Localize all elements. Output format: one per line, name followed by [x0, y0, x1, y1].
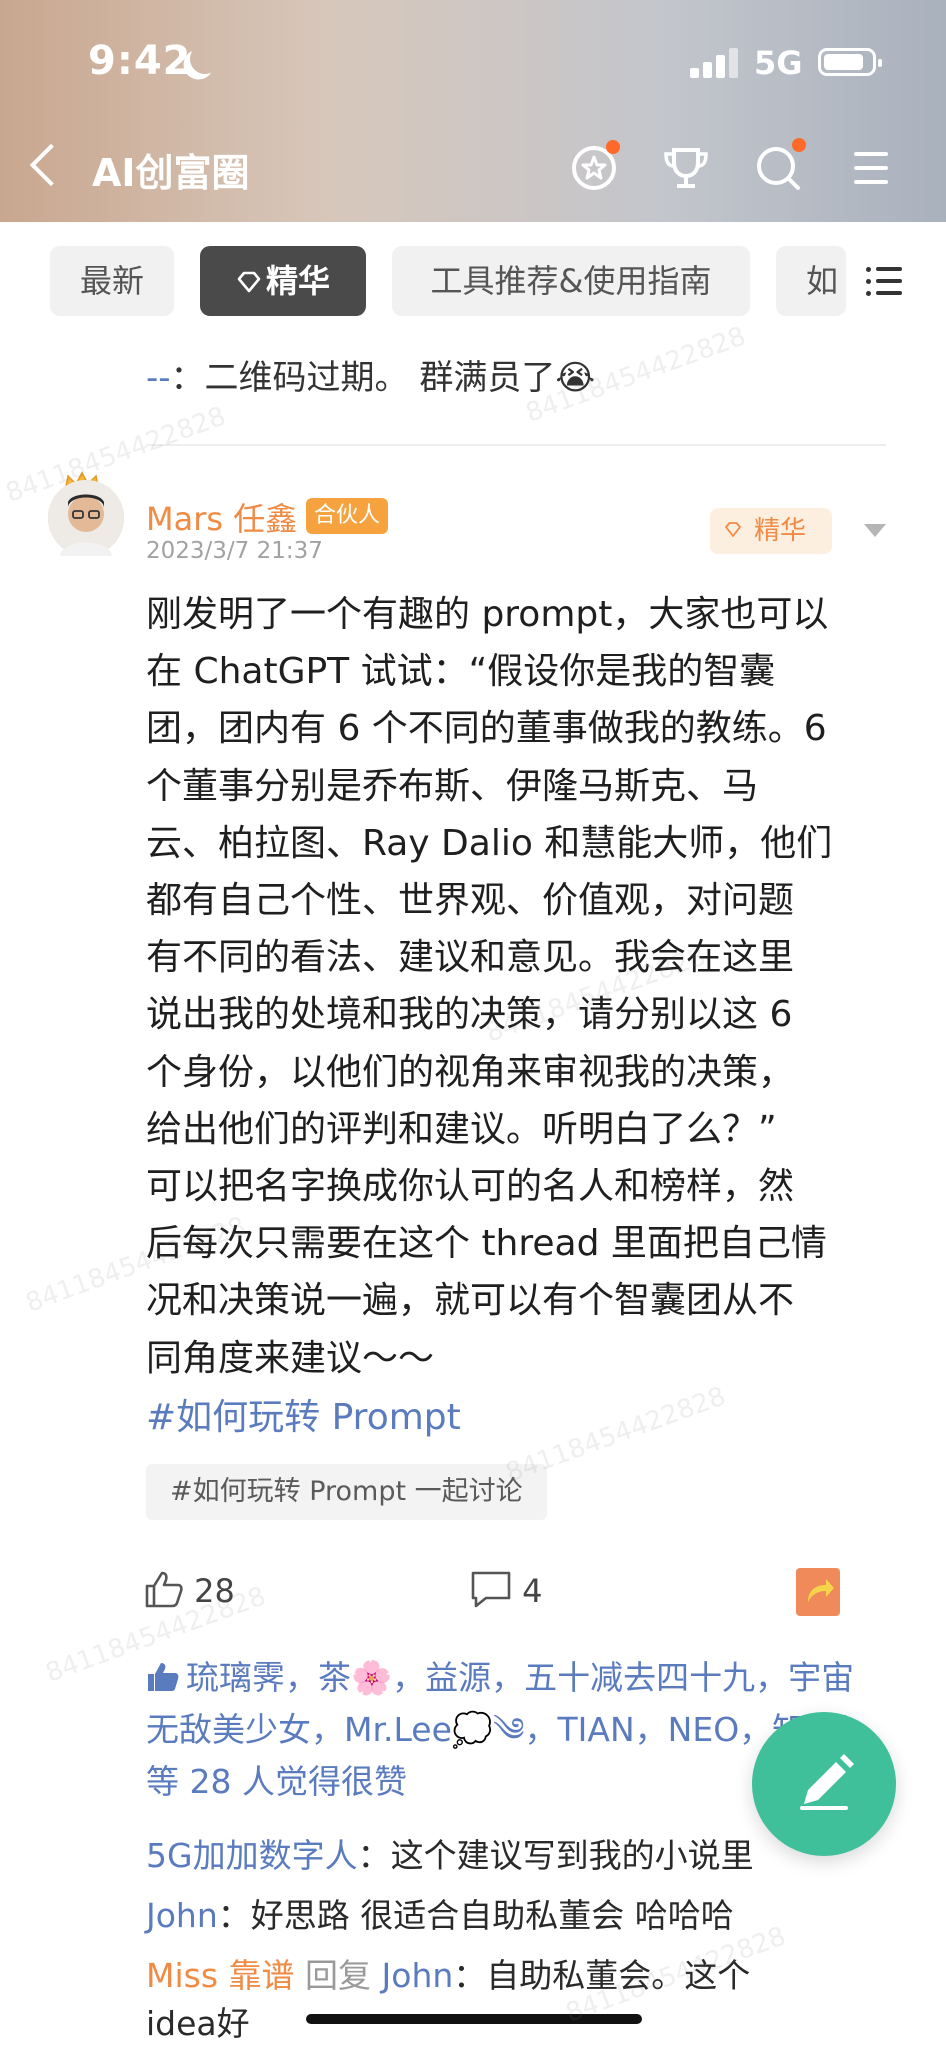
trophy-icon[interactable] [660, 142, 712, 194]
pencil-icon [800, 1754, 854, 1810]
previous-reply-author[interactable]: -- [146, 358, 171, 398]
comment-text: ：这个建议写到我的小说里 [357, 1836, 754, 1875]
page-title: AI创富圈 [92, 151, 250, 195]
tab-essence-label: 精华 [265, 262, 330, 300]
avatar[interactable] [48, 480, 124, 556]
search-icon[interactable] [752, 138, 806, 194]
thumbs-up-filled-icon [148, 1663, 179, 1691]
comment-text: ：自助私董会。这个 [453, 1956, 751, 1995]
tab-tools-guide[interactable]: 工具推荐&使用指南 [392, 246, 750, 316]
diamond-icon [725, 522, 741, 537]
reply-target[interactable]: John [382, 1956, 454, 1995]
divider [146, 444, 886, 446]
diamond-icon [237, 271, 261, 293]
category-tabs: 最新 精华 工具推荐&使用指南 如 [0, 222, 946, 322]
comment-bubble-icon [471, 1571, 511, 1608]
reply-word: 回复 [294, 1956, 382, 1995]
status-bar: 9:42 5G [0, 0, 946, 120]
home-indicator [306, 2014, 642, 2024]
comment-count: 4 [522, 1572, 543, 1610]
star-badge-icon[interactable] [568, 140, 620, 194]
previous-reply: --：二维码过期。 群满员了😭 [146, 350, 595, 399]
comment-button[interactable]: 4 [470, 1570, 543, 1610]
back-arrow-icon[interactable] [29, 143, 73, 187]
tab-latest[interactable]: 最新 [50, 246, 174, 316]
post-author[interactable]: Mars 任鑫 [146, 494, 297, 540]
like-button[interactable]: 28 [144, 1570, 235, 1610]
menu-icon[interactable] [846, 142, 898, 194]
compose-button[interactable] [752, 1712, 896, 1856]
essence-badge: 精华 [710, 508, 832, 554]
tab-essence[interactable]: 精华 [200, 246, 366, 316]
comment-author[interactable]: John [146, 1896, 218, 1935]
comment-author[interactable]: Miss 靠谱 [146, 1956, 295, 1995]
previous-reply-text: ：二维码过期。 群满员了😭 [170, 358, 596, 398]
comment-continuation: idea好 [146, 2004, 250, 2043]
topic-chip[interactable]: #如何玩转 Prompt 一起讨论 [146, 1464, 547, 1520]
network-label: 5G [754, 44, 803, 82]
status-time: 9:42 [88, 38, 192, 84]
thumbs-up-icon [145, 1571, 183, 1608]
essence-badge-label: 精华 [754, 516, 807, 546]
signal-icon [690, 48, 742, 78]
post-body: 刚发明了一个有趣的 prompt，大家也可以 在 ChatGPT 试试：“假设你… [146, 594, 833, 1379]
share-icon[interactable] [796, 1568, 840, 1616]
likes-text: 琉璃霁，茶🌸，益源，五十减去四十九，宇宙无敌美少女，Mr.Lee💭༄，TIAN，… [146, 1658, 855, 1801]
category-list-icon[interactable] [866, 267, 902, 303]
moon-icon [186, 40, 224, 78]
nav-bar: AI创富圈 [0, 120, 946, 220]
post-hashtag[interactable]: #如何玩转 Prompt [146, 1388, 461, 1440]
like-count: 28 [194, 1572, 235, 1610]
partner-badge: 合伙人 [306, 498, 389, 534]
comment-text: ：好思路 很适合自助私董会 哈哈哈 [217, 1896, 734, 1935]
comment-item[interactable]: John：好思路 很适合自助私董会 哈哈哈 [146, 1890, 866, 1942]
comment-author[interactable]: 5G加加数字人 [146, 1836, 358, 1875]
post-date: 2023/3/7 21:37 [146, 538, 323, 564]
tab-more-partial[interactable]: 如 [776, 246, 846, 316]
battery-icon [818, 48, 882, 76]
chevron-down-icon[interactable] [864, 524, 886, 537]
comment-item[interactable]: Miss 靠谱 回复 John：自助私董会。这个 [146, 1950, 866, 2002]
